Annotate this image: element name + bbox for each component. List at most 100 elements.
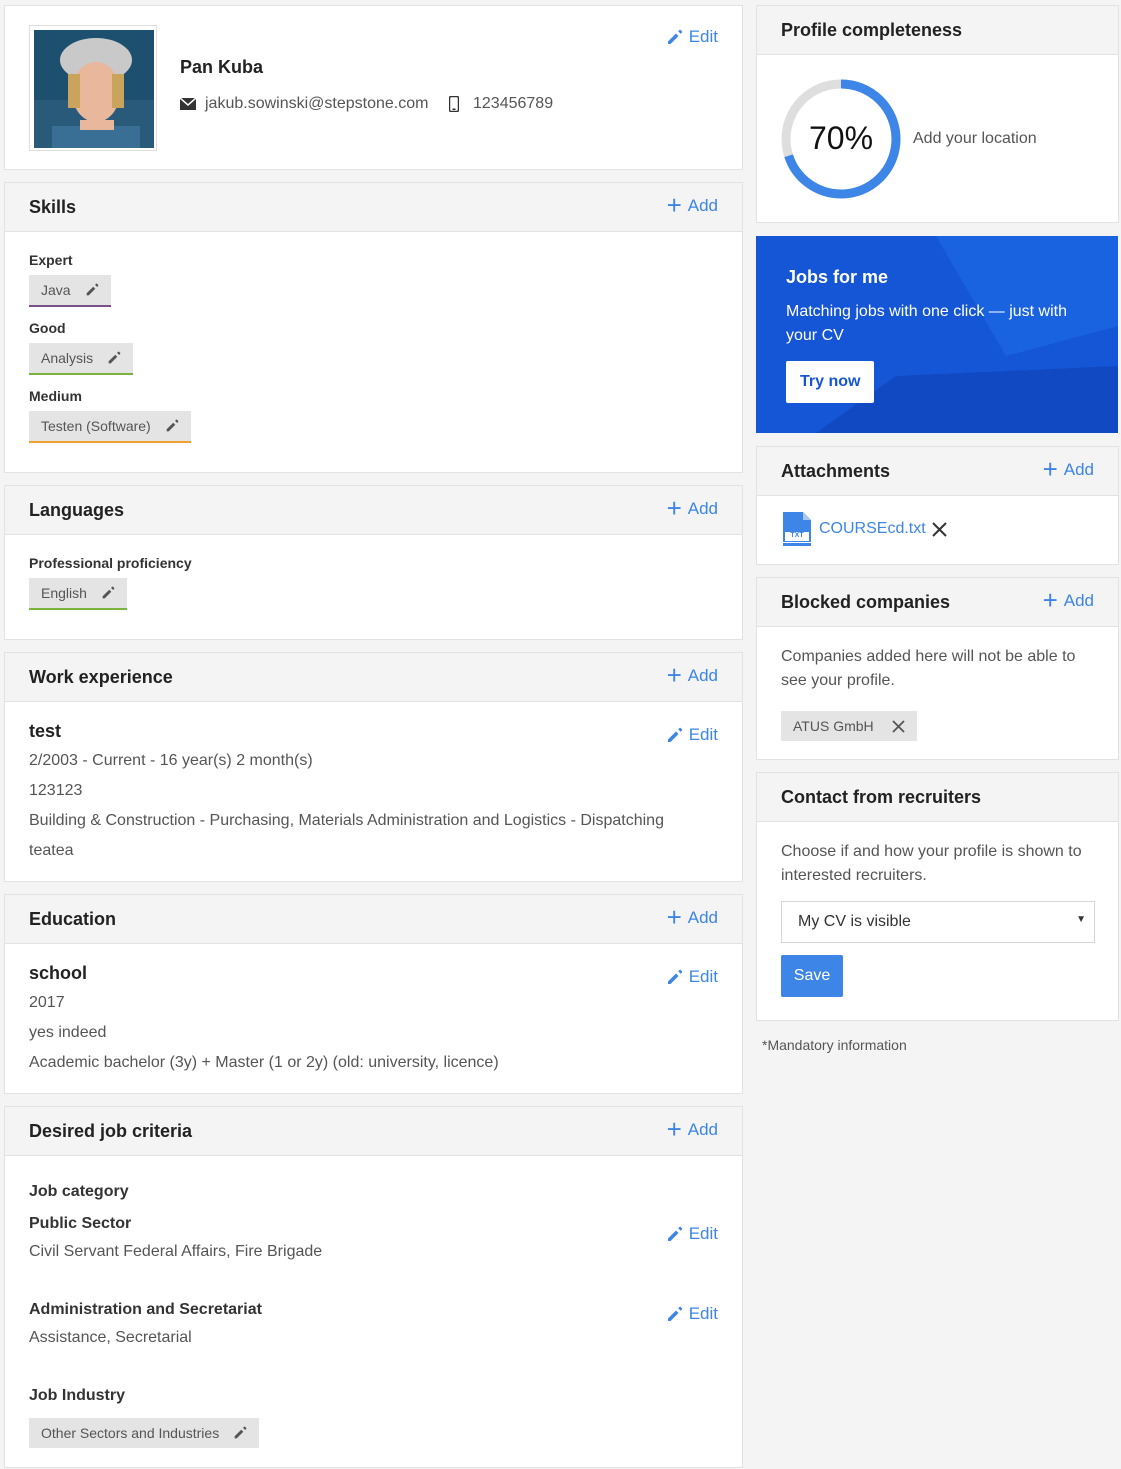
education-degree: Academic bachelor (3y) + Master (1 or 2y… <box>29 1054 499 1071</box>
blocked-title: Blocked companies <box>781 592 951 612</box>
completeness-card: Profile completeness 70% Add your locati… <box>756 5 1119 223</box>
pencil-icon <box>234 1426 247 1439</box>
pencil-icon <box>667 29 682 44</box>
skill-level: Good <box>29 320 66 336</box>
skills-add-button[interactable]: + Add <box>666 190 718 220</box>
email-row: jakub.sowinski@stepstone.com <box>180 95 428 113</box>
skill-label: Analysis <box>41 350 94 366</box>
edit-label: Edit <box>688 1304 718 1323</box>
phone-row: 123456789 <box>449 95 553 113</box>
attachment-file-link[interactable]: COURSEcd.txt <box>819 520 926 538</box>
skills-title: Skills <box>29 197 77 217</box>
recruiters-card: Contact from recruiters Choose if and ho… <box>756 772 1119 1021</box>
jobs-text: Matching jobs with one click — just with… <box>786 303 1067 344</box>
phone-icon <box>449 96 459 112</box>
work-category: Building & Construction - Purchasing, Ma… <box>29 812 664 829</box>
add-label: Add <box>1063 591 1094 610</box>
blocked-company-name: ATUS GmbH <box>793 718 874 734</box>
education-header: Education + Add <box>5 895 742 944</box>
plus-icon: + <box>666 190 682 220</box>
completeness-hint[interactable]: Add your location <box>913 130 1037 148</box>
close-icon[interactable] <box>892 719 905 733</box>
language-chip[interactable]: English <box>29 578 127 610</box>
recruiters-title: Contact from recruiters <box>781 787 982 807</box>
jobs-title: Jobs for me <box>786 267 889 287</box>
add-label: Add <box>687 196 718 215</box>
language-label: English <box>41 585 87 601</box>
work-experience-card: Work experience + Add test Edit 2/2003 - … <box>4 652 743 882</box>
skill-level: Medium <box>29 388 82 404</box>
completeness-header: Profile completeness <box>757 6 1118 55</box>
category-edit-button[interactable]: Edit <box>666 1224 718 1244</box>
skill-chip[interactable]: Analysis <box>29 343 134 375</box>
work-title: Work experience <box>29 667 173 687</box>
blocked-add-button[interactable]: + Add <box>1042 585 1094 615</box>
job-industry-label: Job Industry <box>29 1387 126 1404</box>
try-now-button[interactable]: Try now <box>786 361 875 403</box>
languages-add-button[interactable]: + Add <box>666 493 718 523</box>
plus-icon: + <box>666 902 682 932</box>
pencil-icon <box>667 1226 682 1241</box>
save-button[interactable]: Save <box>781 955 843 997</box>
education-edit-button[interactable]: Edit <box>666 967 718 987</box>
completeness-title: Profile completeness <box>781 20 963 40</box>
attachments-title: Attachments <box>781 461 891 481</box>
work-company: 123123 <box>29 782 83 799</box>
close-icon[interactable] <box>932 522 947 537</box>
language-level: Professional proficiency <box>29 555 192 571</box>
work-period: 2/2003 - Current - 16 year(s) 2 month(s) <box>29 752 313 769</box>
plus-icon: + <box>1042 585 1058 615</box>
skill-chip[interactable]: Java <box>29 275 111 307</box>
edit-label: Edit <box>688 1224 718 1243</box>
skills-header: Skills + Add <box>5 183 742 232</box>
education-year: 2017 <box>29 994 65 1011</box>
add-label: Add <box>687 499 718 518</box>
education-school: school <box>29 963 88 983</box>
criteria-header: Desired job criteria + Add <box>5 1107 742 1156</box>
add-label: Add <box>687 666 718 685</box>
languages-title: Languages <box>29 500 125 520</box>
skill-level: Expert <box>29 252 73 268</box>
visibility-select-value: My CV is visible <box>798 913 911 930</box>
attachments-header: Attachments + Add <box>757 447 1118 496</box>
plus-icon: + <box>666 493 682 523</box>
profile-edit-button[interactable]: Edit <box>666 27 718 47</box>
skill-label: Testen (Software) <box>41 418 151 434</box>
industry-label: Other Sectors and Industries <box>41 1425 220 1441</box>
pencil-icon <box>108 351 121 364</box>
education-card: Education + Add school Edit 2017 yes inde… <box>4 894 743 1094</box>
attachments-add-button[interactable]: + Add <box>1043 456 1094 482</box>
jobs-for-me-banner: Jobs for me Matching jobs with one click… <box>756 236 1118 433</box>
mail-icon <box>180 98 196 110</box>
industry-chip[interactable]: Other Sectors and Industries <box>29 1418 260 1448</box>
profile-card: Pan Kuba jakub.sowinski@stepstone.com 12… <box>4 5 743 170</box>
education-subject: yes indeed <box>29 1024 107 1041</box>
add-label: Add <box>1063 460 1094 479</box>
criteria-add-button[interactable]: + Add <box>667 1116 718 1142</box>
education-add-button[interactable]: + Add <box>666 902 718 932</box>
pencil-icon <box>166 419 179 432</box>
edit-label: Edit <box>688 27 718 46</box>
work-position: test <box>29 721 62 741</box>
avatar <box>29 25 157 151</box>
languages-card: Languages + Add Professional proficiency … <box>4 485 743 640</box>
pencil-icon <box>667 1306 682 1321</box>
edit-label: Edit <box>688 967 718 986</box>
pencil-icon <box>667 969 682 984</box>
work-add-button[interactable]: + Add <box>667 662 718 688</box>
skill-chip[interactable]: Testen (Software) <box>29 411 191 443</box>
category-name: Administration and Secretariat <box>29 1301 262 1318</box>
work-edit-button[interactable]: Edit <box>666 725 718 745</box>
work-header: Work experience + Add <box>5 653 742 702</box>
blocked-companies-card: Blocked companies + Add Companies added h… <box>756 577 1119 760</box>
pencil-icon <box>667 727 682 742</box>
profile-name: Pan Kuba <box>180 57 264 77</box>
blocked-text: Companies added here will not be able to… <box>781 648 1076 689</box>
recruiters-text: Choose if and how your profile is shown … <box>781 843 1082 884</box>
category-detail: Civil Servant Federal Affairs, Fire Brig… <box>29 1243 323 1260</box>
category-edit-button[interactable]: Edit <box>666 1304 718 1324</box>
work-description: teatea <box>29 842 74 859</box>
visibility-select[interactable]: My CV is visible ▼ <box>781 901 1095 943</box>
job-category-label: Job category <box>29 1183 129 1200</box>
job-criteria-card: Desired job criteria + Add Job category P… <box>4 1106 743 1468</box>
